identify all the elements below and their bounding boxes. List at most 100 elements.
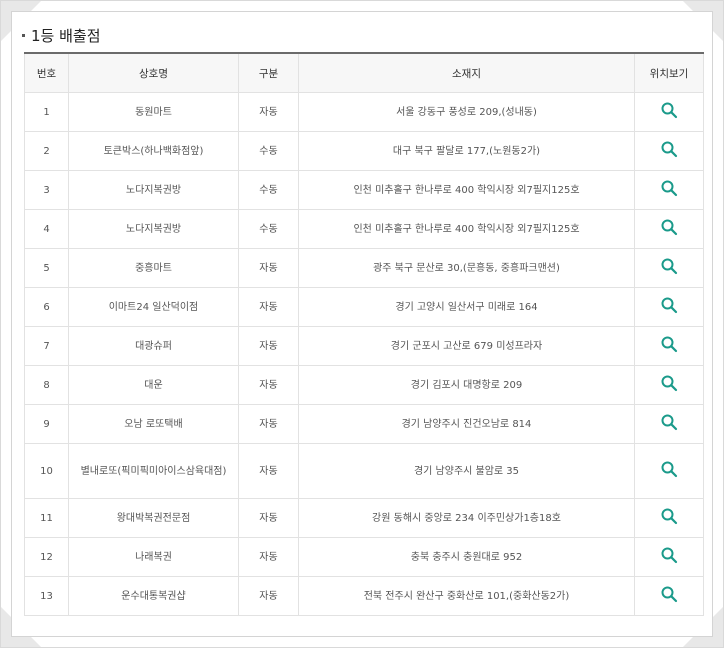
row-view [634, 131, 704, 171]
table-row: 3 노다지복권방 수동 인천 미추홀구 한나루로 400 학익시장 외7필지125호 [24, 170, 704, 210]
row-name: 오남 로또택배 [68, 404, 239, 444]
table-row: 10 별내로또(픽미픽미아이스삼육대점) 자동 경기 남양주시 불암로 35 [24, 443, 704, 499]
search-icon[interactable] [660, 546, 678, 564]
row-name: 대광슈퍼 [68, 326, 239, 366]
row-type: 자동 [238, 248, 299, 288]
row-no: 11 [24, 498, 69, 538]
stores-table: 번호 상호명 구분 소재지 위치보기 1 동원마트 자동 서울 강동구 풍성로 209… [24, 52, 704, 616]
search-icon[interactable] [660, 460, 678, 478]
table-header-row: 번호 상호명 구분 소재지 위치보기 [24, 52, 704, 93]
row-view [634, 287, 704, 327]
table-row: 12 나래복권 자동 충북 충주시 충원대로 952 [24, 537, 704, 577]
row-no: 8 [24, 365, 69, 405]
table-row: 2 토큰박스(하나백화점앞) 수동 대구 북구 팔달로 177,(노원동2가) [24, 131, 704, 171]
row-no: 6 [24, 287, 69, 327]
table-body: 1 동원마트 자동 서울 강동구 풍성로 209,(성내동) 2 토큰박스(하나백화점앞)… [24, 92, 704, 616]
row-view [634, 537, 704, 577]
table-row: 13 운수대통복권샵 자동 전북 전주시 완산구 중화산로 101,(중화산동2가) [24, 576, 704, 616]
row-address: 경기 남양주시 진건오남로 814 [298, 404, 635, 444]
row-no: 2 [24, 131, 69, 171]
row-no: 4 [24, 209, 69, 249]
row-view [634, 404, 704, 444]
row-address: 전북 전주시 완산구 중화산로 101,(중화산동2가) [298, 576, 635, 616]
panel-content: 1등 배출점 번호 상호명 구분 소재지 위치보기 1 동원마트 자동 서울 강동구 … [11, 11, 713, 637]
row-name: 대운 [68, 365, 239, 405]
row-address: 강원 동해시 중앙로 234 이주민상가1층18호 [298, 498, 635, 538]
row-type: 수동 [238, 209, 299, 249]
row-type: 수동 [238, 170, 299, 210]
table-row: 8 대운 자동 경기 김포시 대명항로 209 [24, 365, 704, 405]
row-address: 충북 충주시 충원대로 952 [298, 537, 635, 577]
table-row: 4 노다지복권방 수동 인천 미추홀구 한나루로 400 학익시장 외7필지125호 [24, 209, 704, 249]
row-type: 자동 [238, 326, 299, 366]
section-title: 1등 배출점 [22, 23, 101, 47]
row-address: 인천 미추홀구 한나루로 400 학익시장 외7필지125호 [298, 170, 635, 210]
row-view [634, 498, 704, 538]
header-no: 번호 [24, 52, 69, 93]
section-title-text: 1등 배출점 [31, 26, 101, 45]
table-row: 6 이마트24 일산덕이점 자동 경기 고양시 일산서구 미래로 164 [24, 287, 704, 327]
row-view [634, 170, 704, 210]
row-no: 10 [24, 443, 69, 499]
search-icon[interactable] [660, 296, 678, 314]
row-name: 이마트24 일산덕이점 [68, 287, 239, 327]
search-icon[interactable] [660, 507, 678, 525]
search-icon[interactable] [660, 585, 678, 603]
row-name: 노다지복권방 [68, 170, 239, 210]
row-type: 자동 [238, 365, 299, 405]
row-address: 인천 미추홀구 한나루로 400 학익시장 외7필지125호 [298, 209, 635, 249]
row-no: 3 [24, 170, 69, 210]
table-row: 9 오남 로또택배 자동 경기 남양주시 진건오남로 814 [24, 404, 704, 444]
row-name: 중흥마트 [68, 248, 239, 288]
row-view [634, 443, 704, 499]
row-type: 자동 [238, 576, 299, 616]
row-address: 대구 북구 팔달로 177,(노원동2가) [298, 131, 635, 171]
row-no: 9 [24, 404, 69, 444]
row-address: 경기 군포시 고산로 679 미성프라자 [298, 326, 635, 366]
row-type: 자동 [238, 443, 299, 499]
row-name: 나래복권 [68, 537, 239, 577]
row-view [634, 209, 704, 249]
search-icon[interactable] [660, 257, 678, 275]
table-row: 1 동원마트 자동 서울 강동구 풍성로 209,(성내동) [24, 92, 704, 132]
row-address: 경기 고양시 일산서구 미래로 164 [298, 287, 635, 327]
row-view [634, 576, 704, 616]
row-type: 자동 [238, 287, 299, 327]
row-name: 별내로또(픽미픽미아이스삼육대점) [68, 443, 239, 499]
row-view [634, 248, 704, 288]
row-no: 13 [24, 576, 69, 616]
table-row: 11 왕대박복권전문점 자동 강원 동해시 중앙로 234 이주민상가1층18호 [24, 498, 704, 538]
row-name: 동원마트 [68, 92, 239, 132]
row-name: 토큰박스(하나백화점앞) [68, 131, 239, 171]
search-icon[interactable] [660, 374, 678, 392]
row-address: 경기 김포시 대명항로 209 [298, 365, 635, 405]
row-type: 자동 [238, 537, 299, 577]
row-view [634, 365, 704, 405]
row-type: 자동 [238, 92, 299, 132]
row-name: 운수대통복권샵 [68, 576, 239, 616]
search-icon[interactable] [660, 413, 678, 431]
row-view [634, 92, 704, 132]
search-icon[interactable] [660, 101, 678, 119]
search-icon[interactable] [660, 140, 678, 158]
row-no: 1 [24, 92, 69, 132]
row-view [634, 326, 704, 366]
row-type: 자동 [238, 498, 299, 538]
row-name: 노다지복권방 [68, 209, 239, 249]
panel-frame: 1등 배출점 번호 상호명 구분 소재지 위치보기 1 동원마트 자동 서울 강동구 … [0, 0, 724, 648]
table-row: 7 대광슈퍼 자동 경기 군포시 고산로 679 미성프라자 [24, 326, 704, 366]
search-icon[interactable] [660, 179, 678, 197]
table-row: 5 중흥마트 자동 광주 북구 문산로 30,(문흥동, 중흥파크맨션) [24, 248, 704, 288]
row-no: 5 [24, 248, 69, 288]
row-type: 수동 [238, 131, 299, 171]
header-type: 구분 [238, 52, 299, 93]
bullet-icon [22, 33, 25, 37]
header-name: 상호명 [68, 52, 239, 93]
row-address: 서울 강동구 풍성로 209,(성내동) [298, 92, 635, 132]
row-no: 7 [24, 326, 69, 366]
header-address: 소재지 [298, 52, 635, 93]
row-address: 광주 북구 문산로 30,(문흥동, 중흥파크맨션) [298, 248, 635, 288]
row-no: 12 [24, 537, 69, 577]
search-icon[interactable] [660, 218, 678, 236]
search-icon[interactable] [660, 335, 678, 353]
